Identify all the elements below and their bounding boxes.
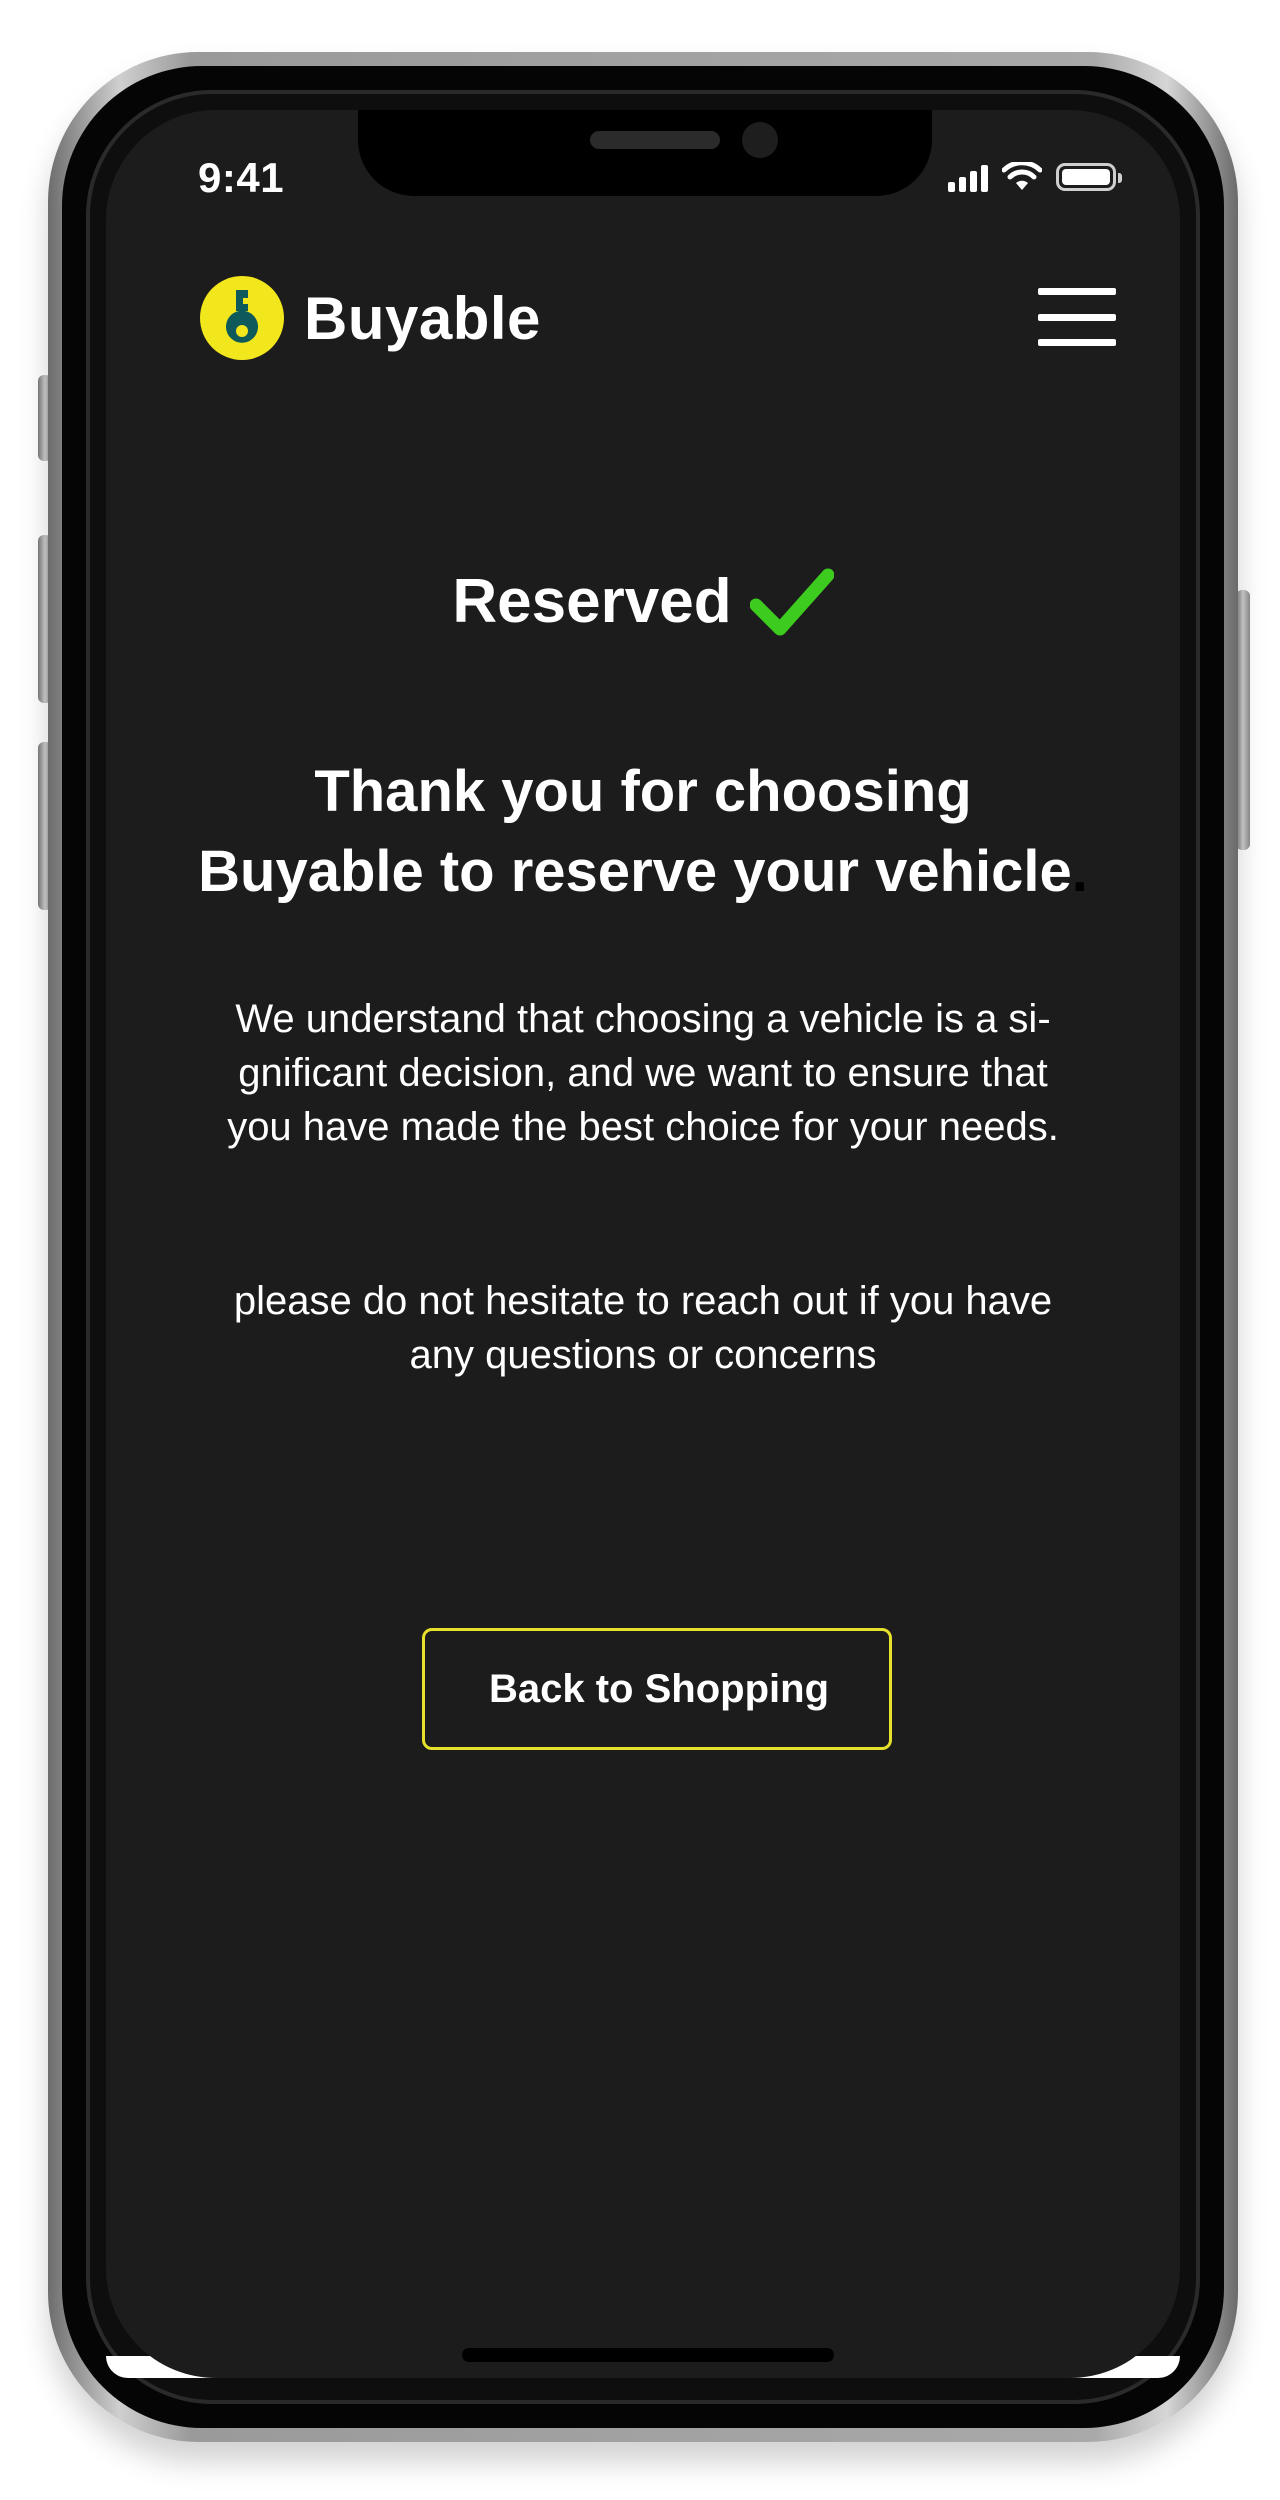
reassurance-paragraph: We understand that choosing a vehicle is… bbox=[166, 992, 1120, 1154]
paragraph-line: you have made the best choice for your n… bbox=[227, 1105, 1059, 1149]
front-camera bbox=[742, 122, 778, 158]
hamburger-menu-icon[interactable] bbox=[1038, 288, 1116, 346]
paragraph-line: please do not hesitate to reach out if y… bbox=[233, 1279, 1053, 1323]
power-button bbox=[1236, 590, 1250, 850]
trailing-period: . bbox=[1071, 839, 1088, 904]
battery-icon bbox=[1056, 163, 1122, 191]
device-mockup: 9:41 Buyable Reserved Thank you for choo… bbox=[0, 0, 1280, 2500]
back-to-shopping-button[interactable]: Back to Shopping bbox=[422, 1628, 892, 1750]
key-in-circle-icon[interactable] bbox=[200, 276, 284, 360]
app-header: Buyable bbox=[200, 276, 1116, 360]
wifi-icon bbox=[1002, 162, 1042, 190]
thank-you-heading: Thank you for choosing Buyable to reserv… bbox=[146, 752, 1140, 912]
cellular-signal-icon bbox=[948, 162, 988, 192]
contact-paragraph: please do not hesitate to reach out if y… bbox=[166, 1274, 1120, 1382]
thank-you-line-2-text: Buyable to reserve your vehicle bbox=[198, 839, 1072, 904]
screen: 9:41 Buyable Reserved Thank you for choo… bbox=[106, 110, 1180, 2378]
paragraph-line: gnificant decision, and we want to ensur… bbox=[238, 1051, 1048, 1095]
checkmark-icon bbox=[749, 568, 834, 635]
brand-name[interactable]: Buyable bbox=[304, 284, 541, 353]
paragraph-line: We understand that choosing a vehicle is… bbox=[235, 997, 1051, 1041]
status-time: 9:41 bbox=[198, 154, 285, 201]
thank-you-line-1: Thank you for choosing bbox=[314, 759, 972, 824]
speaker-grille bbox=[590, 131, 720, 149]
paragraph-line: any questions or concerns bbox=[409, 1333, 877, 1377]
home-indicator[interactable] bbox=[462, 2348, 834, 2362]
thank-you-line-2: Buyable to reserve your vehicle. bbox=[146, 832, 1140, 912]
status-icons bbox=[948, 160, 1122, 194]
notch bbox=[358, 110, 932, 196]
reserved-heading: Reserved bbox=[106, 566, 1180, 637]
reserved-title: Reserved bbox=[452, 567, 732, 636]
